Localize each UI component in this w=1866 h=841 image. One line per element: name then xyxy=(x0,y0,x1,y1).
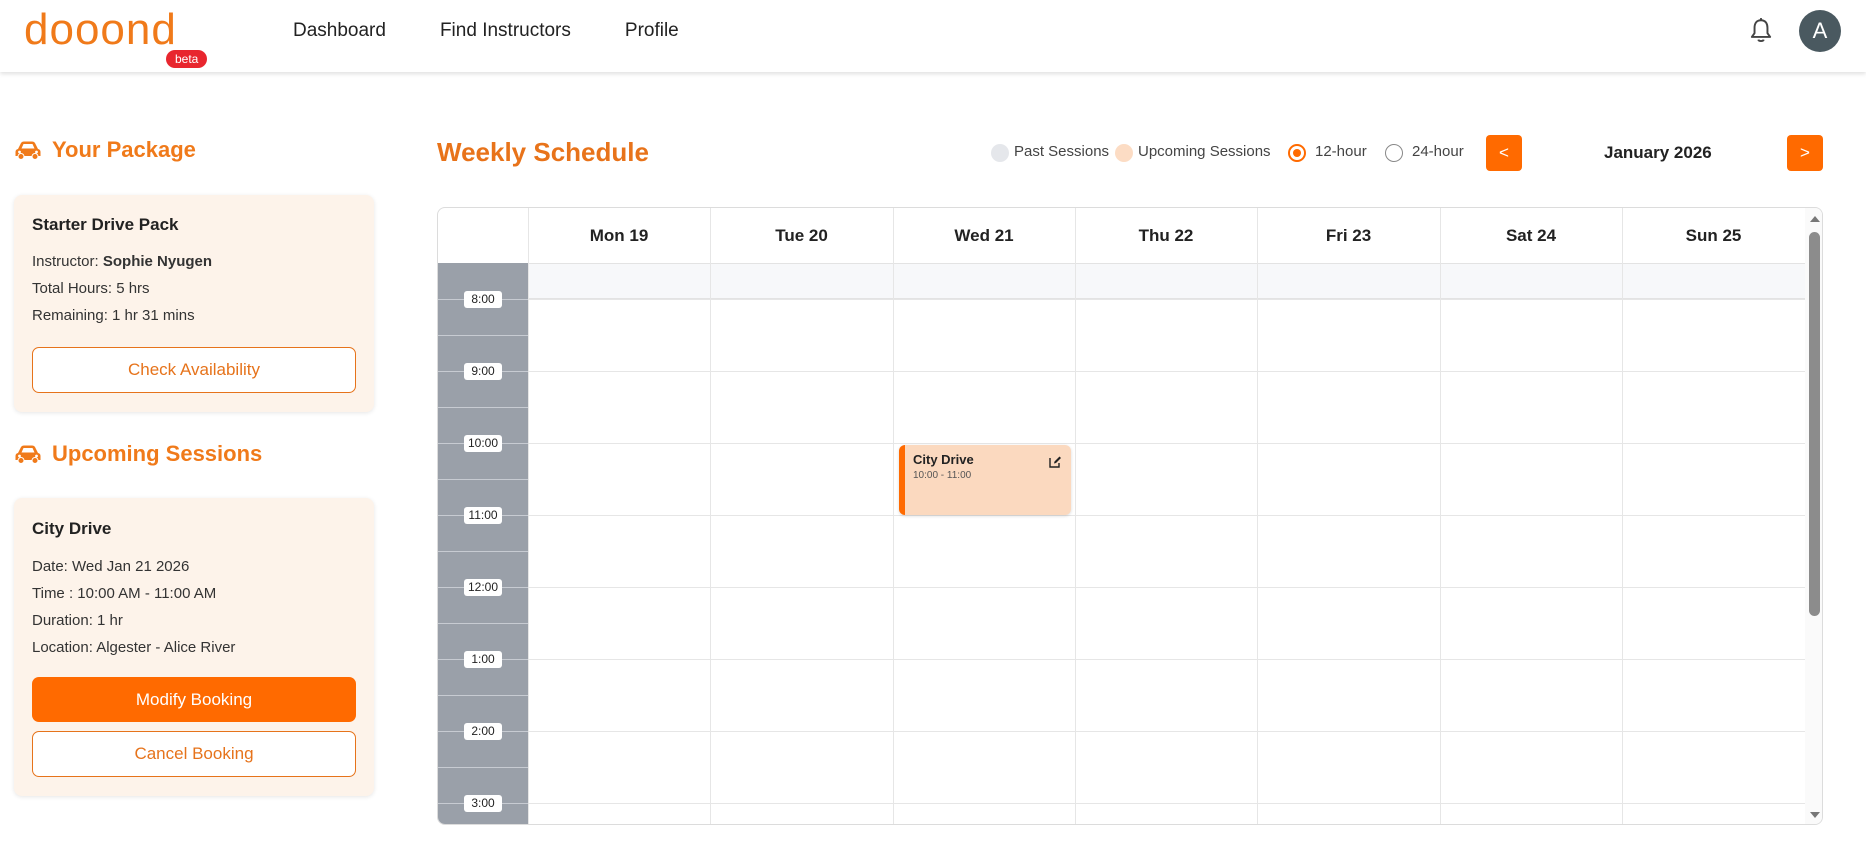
day-header-wed: Wed 21 xyxy=(954,226,1014,245)
bell-icon[interactable] xyxy=(1748,17,1774,45)
previous-week-button[interactable]: < xyxy=(1486,135,1522,171)
main-nav: Dashboard Find Instructors Profile xyxy=(293,19,733,43)
package-remaining: Remaining: 1 hr 31 mins xyxy=(32,307,195,324)
nav-profile[interactable]: Profile xyxy=(625,19,679,43)
upcoming-sessions-swatch xyxy=(1115,144,1133,162)
time-label: 8:00 xyxy=(464,291,502,308)
nav-dashboard[interactable]: Dashboard xyxy=(293,19,386,43)
24-hour-radio[interactable] xyxy=(1385,144,1403,162)
car-icon xyxy=(15,445,41,464)
time-label: 2:00 xyxy=(464,723,502,740)
time-label: 12:00 xyxy=(464,579,502,596)
scroll-down-arrow-icon[interactable] xyxy=(1810,812,1820,818)
grid-line xyxy=(528,443,1805,444)
your-package-title: Your Package xyxy=(52,137,196,162)
time-tick xyxy=(438,335,528,336)
modify-booking-button[interactable]: Modify Booking xyxy=(32,677,356,722)
grid-line xyxy=(528,299,1805,300)
nav-find-instructors[interactable]: Find Instructors xyxy=(440,19,571,43)
time-label: 9:00 xyxy=(464,363,502,380)
12-hour-radio[interactable] xyxy=(1288,144,1306,162)
past-sessions-legend: Past Sessions xyxy=(1014,143,1110,160)
session-card: City Drive Date: Wed Jan 21 2026 Time : … xyxy=(14,498,374,796)
user-avatar[interactable]: A xyxy=(1799,10,1841,52)
grid-line xyxy=(528,659,1805,660)
weekly-schedule-title: Weekly Schedule xyxy=(437,137,649,167)
grid-line xyxy=(893,208,894,824)
time-tick xyxy=(438,551,528,552)
package-instructor: Instructor: Sophie Nyugen xyxy=(32,253,213,270)
day-header-thu: Thu 22 xyxy=(1138,226,1194,245)
grid-line xyxy=(1622,208,1623,824)
grid-line xyxy=(528,731,1805,732)
all-day-row xyxy=(528,263,1805,299)
month-label: January 2026 xyxy=(1604,143,1712,162)
package-total-hours: Total Hours: 5 hrs xyxy=(32,280,150,297)
scroll-up-arrow-icon[interactable] xyxy=(1810,216,1820,222)
time-tick xyxy=(438,407,528,408)
top-navigation-bar: dooond beta Dashboard Find Instructors P… xyxy=(0,0,1866,72)
day-header-sat: Sat 24 xyxy=(1505,226,1557,245)
grid-line xyxy=(528,208,529,824)
time-label: 3:00 xyxy=(464,795,502,812)
your-package-heading: Your Package xyxy=(14,137,196,163)
edit-icon[interactable] xyxy=(1048,455,1062,469)
session-date: Date: Wed Jan 21 2026 xyxy=(32,558,190,575)
session-title: City Drive xyxy=(32,519,112,538)
time-label: 11:00 xyxy=(464,507,502,524)
grid-line xyxy=(1075,208,1076,824)
past-sessions-swatch xyxy=(991,144,1009,162)
day-header-tue: Tue 20 xyxy=(775,226,828,245)
time-column: 8:00 9:00 10:00 11:00 12:00 1:00 2:00 3:… xyxy=(438,263,528,824)
weekly-calendar: Mon 19 Tue 20 Wed 21 Thu 22 Fri 23 Sat 2… xyxy=(437,207,1823,825)
grid-line xyxy=(528,803,1805,804)
day-header-fri: Fri 23 xyxy=(1325,226,1372,245)
grid-line xyxy=(710,208,711,824)
package-card: Starter Drive Pack Instructor: Sophie Ny… xyxy=(14,195,374,412)
package-name: Starter Drive Pack xyxy=(32,215,179,234)
car-icon xyxy=(15,141,41,160)
session-location: Location: Algester - Alice River xyxy=(32,639,236,656)
upcoming-sessions-legend: Upcoming Sessions xyxy=(1138,143,1271,160)
24-hour-label[interactable]: 24-hour xyxy=(1412,143,1464,160)
scroll-thumb[interactable] xyxy=(1809,232,1820,616)
next-week-button[interactable]: > xyxy=(1787,135,1823,171)
12-hour-label[interactable]: 12-hour xyxy=(1315,143,1367,160)
grid-line xyxy=(1440,208,1441,824)
upcoming-sessions-heading: Upcoming Sessions xyxy=(14,441,262,467)
time-tick xyxy=(438,767,528,768)
time-label: 1:00 xyxy=(464,651,502,668)
calendar-event-city-drive[interactable]: City Drive 10:00 - 11:00 xyxy=(899,445,1071,515)
cancel-booking-button[interactable]: Cancel Booking xyxy=(32,731,356,777)
time-tick xyxy=(438,479,528,480)
event-time: 10:00 - 11:00 xyxy=(913,470,972,481)
grid-line xyxy=(528,515,1805,516)
time-tick xyxy=(438,623,528,624)
event-title: City Drive xyxy=(913,452,974,467)
logo-text: dooond xyxy=(24,5,177,54)
grid-line xyxy=(528,587,1805,588)
grid-line xyxy=(528,371,1805,372)
day-header-mon: Mon 19 xyxy=(589,226,649,245)
session-duration: Duration: 1 hr xyxy=(32,612,123,629)
upcoming-sessions-title: Upcoming Sessions xyxy=(52,441,263,466)
day-header-sun: Sun 25 xyxy=(1685,226,1742,245)
dooond-logo[interactable]: dooond beta xyxy=(24,4,214,68)
calendar-scrollbar[interactable] xyxy=(1805,208,1822,824)
time-label: 10:00 xyxy=(464,435,502,452)
time-tick xyxy=(438,695,528,696)
check-availability-button[interactable]: Check Availability xyxy=(32,347,356,393)
beta-badge: beta xyxy=(166,50,208,68)
grid-line xyxy=(1257,208,1258,824)
session-time: Time : 10:00 AM - 11:00 AM xyxy=(32,585,217,602)
